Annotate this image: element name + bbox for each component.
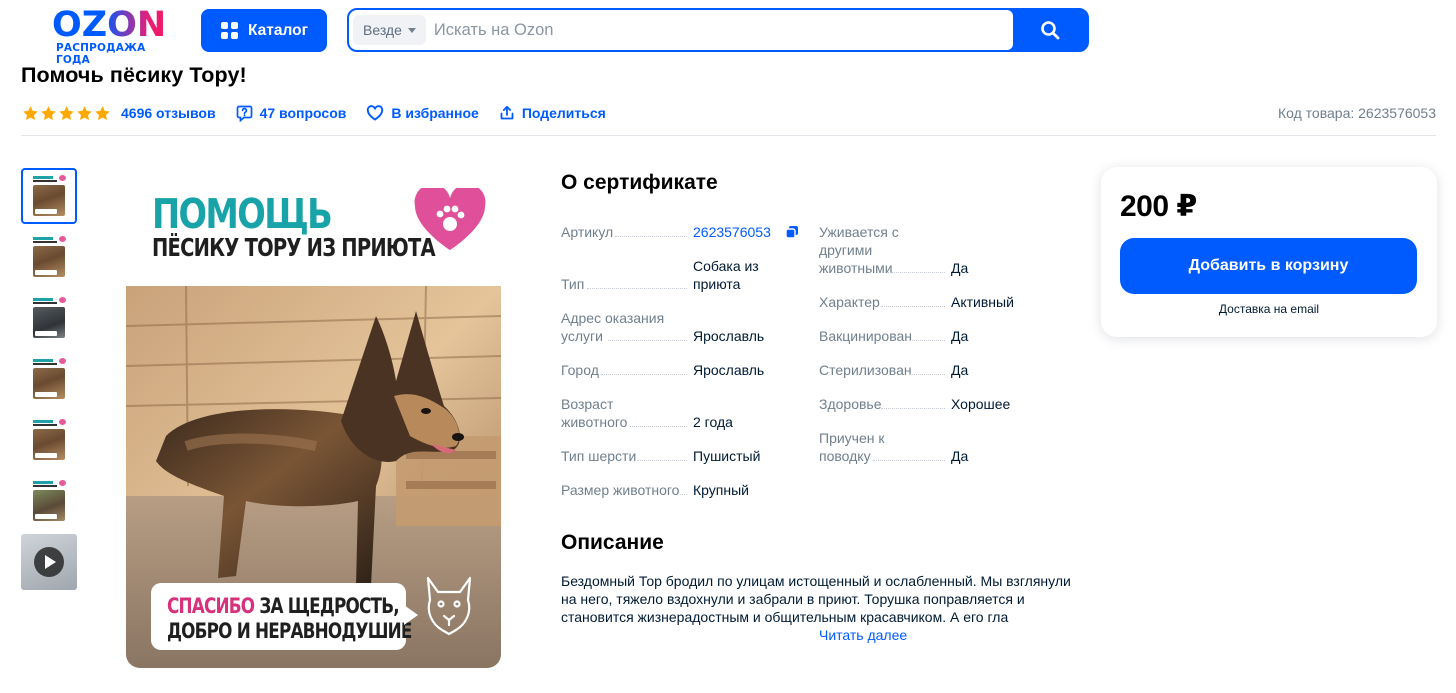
description-heading: Описание <box>561 531 664 554</box>
spec-value: Да <box>951 328 969 344</box>
reviews-link[interactable]: 4696 отзывов <box>121 105 216 121</box>
search-icon <box>1041 21 1060 40</box>
delivery-note: Доставка на email <box>1218 302 1320 316</box>
heart-paw-icon <box>414 188 486 250</box>
star-icon <box>95 105 110 120</box>
favorite-button[interactable]: В избранное <box>366 105 479 121</box>
article-number-link[interactable]: 2623576053 <box>693 223 771 241</box>
spec-value: Да <box>951 260 969 276</box>
catalog-button[interactable]: Каталог <box>201 9 327 52</box>
copy-icon[interactable] <box>785 225 799 239</box>
spec-value: Ярославль <box>693 362 765 378</box>
spec-value: Крупный <box>693 482 749 498</box>
product-title: Помочь пёсику Тору! <box>21 63 247 87</box>
spec-leader-dots <box>586 288 687 289</box>
search-scope-label: Везде <box>363 22 402 38</box>
star-icon <box>77 105 92 120</box>
spec-leader-dots <box>608 340 687 341</box>
ozon-logo[interactable]: OZON РАСПРОДАЖА ГОДА <box>50 8 182 67</box>
spec-leader-dots <box>680 494 687 495</box>
spec-key: Тип <box>561 276 585 292</box>
spec-value: Да <box>951 362 969 378</box>
spec-key: Тип шерсти <box>561 448 637 464</box>
spec-leader-dots <box>615 236 687 237</box>
search-input[interactable] <box>433 20 1013 40</box>
catalog-grid-icon <box>221 22 238 39</box>
spec-key: Вакцинирован <box>819 328 913 344</box>
question-bubble-icon <box>236 105 252 122</box>
spec-key: Здоровье <box>819 396 882 412</box>
play-icon <box>34 547 64 577</box>
thumbnail-5[interactable] <box>21 412 77 468</box>
search-scope-dropdown[interactable]: Везде <box>353 15 426 45</box>
spec-key: Город <box>561 362 599 378</box>
logo-wordmark: OZON <box>50 8 182 43</box>
product-code: Код товара: 2623576053 <box>1277 105 1436 121</box>
search-bar: Везде <box>347 8 1089 52</box>
description-text: Бездомный Тор бродил по улицам истощенны… <box>561 573 1071 625</box>
spec-leader-dots <box>880 306 945 307</box>
spec-leader-dots <box>601 374 687 375</box>
spec-leader-dots <box>909 374 945 375</box>
spec-leader-dots <box>887 272 945 273</box>
spec-leader-dots <box>909 340 945 341</box>
spec-key: Размер животного <box>561 482 680 498</box>
read-more-link[interactable]: Читать далее <box>819 627 907 643</box>
chevron-down-icon <box>407 27 416 33</box>
rating-stars[interactable] <box>22 105 111 122</box>
video-thumbnail[interactable] <box>21 534 77 590</box>
spec-leader-dots <box>880 408 945 409</box>
spec-value: 2 года <box>693 414 733 430</box>
thumbnail-2[interactable] <box>21 229 77 285</box>
spec-leader-dots <box>873 460 945 461</box>
spec-value: Пушистый <box>693 448 761 464</box>
image-headline: ПОМОЩЬ <box>152 190 333 238</box>
product-meta-row: 4696 отзывов 47 вопросов В избранное Под… <box>22 103 626 123</box>
spec-value: Активный <box>951 294 1014 310</box>
add-to-cart-button[interactable]: Добавить в корзину <box>1120 238 1417 294</box>
price-card: 200 ₽ Добавить в корзину Доставка на ema… <box>1101 167 1437 337</box>
spec-value: Хорошее <box>951 396 1011 412</box>
caption-line1: ЗА ЩЕДРОСТЬ, <box>254 594 399 618</box>
spec-key: Стерилизован <box>819 362 912 378</box>
certificate-heading: О сертификате <box>561 171 718 194</box>
questions-link[interactable]: 47 вопросов <box>236 105 347 122</box>
thumbnail-gallery <box>21 168 78 595</box>
price: 200 ₽ <box>1120 190 1197 223</box>
thumbnail-3[interactable] <box>21 290 77 346</box>
star-icon <box>41 105 56 120</box>
spec-leader-dots <box>629 426 687 427</box>
spec-value: Собака из приюта <box>693 258 759 292</box>
star-icon <box>59 105 74 120</box>
spec-value: Да <box>951 448 969 464</box>
spec-key: Артикул <box>561 224 614 240</box>
search-button[interactable] <box>1013 10 1087 50</box>
share-button[interactable]: Поделиться <box>499 105 606 121</box>
spec-value: Ярославль <box>693 328 765 344</box>
spec-key: Уживается с другими животными <box>819 224 899 276</box>
heart-icon <box>367 105 384 121</box>
caption-line2: ДОБРО И НЕРАВНОДУШИЕ <box>167 619 412 643</box>
divider <box>21 135 1436 136</box>
thumbnail-1[interactable] <box>21 168 77 224</box>
dog-sketch-icon <box>426 576 472 636</box>
image-caption-bubble: СПАСИБО ЗА ЩЕДРОСТЬ, ДОБРО И НЕРАВНОДУШИ… <box>151 583 418 650</box>
catalog-label: Каталог <box>248 21 309 39</box>
share-icon <box>500 105 514 120</box>
questions-label: 47 вопросов <box>259 105 347 121</box>
spec-key: Характер <box>819 294 880 310</box>
star-icon <box>23 105 38 120</box>
share-label: Поделиться <box>521 105 606 121</box>
favorite-label: В избранное <box>391 105 479 121</box>
caption-highlight: СПАСИБО <box>167 594 255 618</box>
thumbnail-6[interactable] <box>21 473 77 529</box>
image-subheadline: ПЁСИКУ ТОРУ ИЗ ПРИЮТА <box>152 233 436 262</box>
spec-leader-dots <box>637 460 687 461</box>
thumbnail-4[interactable] <box>21 351 77 407</box>
main-product-image[interactable]: ПОМОЩЬ ПЁСИКУ ТОРУ ИЗ ПРИЮТА СПАСИБО ЗА … <box>110 168 515 673</box>
